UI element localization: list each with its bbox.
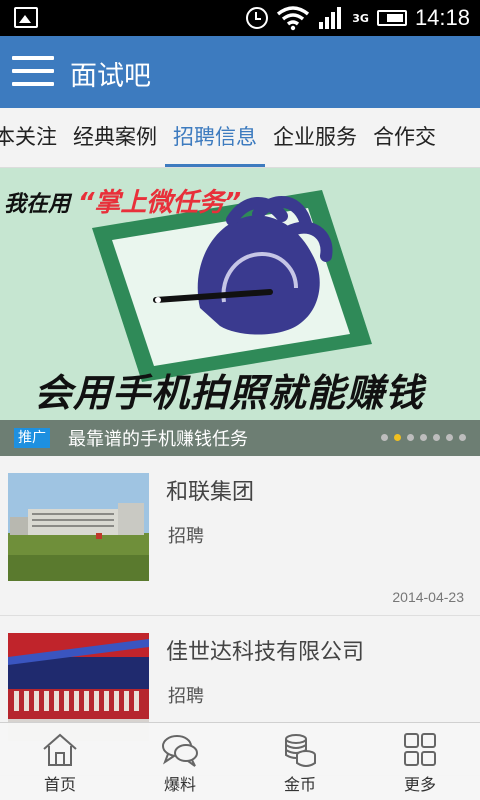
- image-notification-icon: [14, 7, 38, 28]
- carousel-dot[interactable]: [381, 434, 388, 441]
- screen: 3G 14:18 面试吧 本关注 经典案例 招聘信息 企业服务 合作交 我在用 …: [0, 0, 480, 800]
- grid-icon: [404, 733, 436, 766]
- post-type: 招聘: [168, 526, 204, 547]
- banner-caption-bar: 推广 最靠谱的手机赚钱任务: [0, 420, 480, 456]
- promo-tag: 推广: [14, 428, 50, 448]
- tab-enterprise-services[interactable]: 企业服务: [265, 108, 365, 167]
- network-type: 3G: [352, 11, 369, 25]
- nav-tips[interactable]: 爆料: [120, 723, 240, 800]
- carousel-indicator: [381, 434, 466, 441]
- coins-icon: [285, 734, 316, 767]
- home-icon: [43, 733, 77, 766]
- promo-banner[interactable]: 我在用 “掌上微任务” 会用手机拍照就能赚钱 推广 最靠谱的手机赚钱任务: [0, 168, 480, 456]
- status-bar: 3G 14:18: [0, 0, 480, 36]
- banner-headline: 我在用 “掌上微任务”: [4, 182, 241, 219]
- carousel-dot[interactable]: [446, 434, 453, 441]
- tab-recruitment[interactable]: 招聘信息: [165, 108, 265, 167]
- post-type: 招聘: [168, 686, 204, 707]
- app-bar: 面试吧: [0, 36, 480, 108]
- carousel-dot[interactable]: [394, 434, 401, 441]
- chat-bubbles-icon: [162, 735, 198, 767]
- company-name: 佳世达科技有限公司: [166, 640, 365, 665]
- carousel-dot[interactable]: [433, 434, 440, 441]
- tab-classic-cases[interactable]: 经典案例: [65, 108, 165, 167]
- menu-icon[interactable]: [12, 56, 54, 88]
- carousel-dot[interactable]: [459, 434, 466, 441]
- alarm-clock-icon: [246, 7, 269, 29]
- tab-cooperation[interactable]: 合作交: [365, 108, 444, 167]
- nav-home[interactable]: 首页: [0, 723, 120, 800]
- status-icons: 3G 14:18: [246, 3, 470, 33]
- company-name: 和联集团: [166, 480, 255, 505]
- app-title: 面试吧: [70, 61, 151, 92]
- wifi-icon: [277, 6, 310, 31]
- banner-headline-prefix: 我在用: [4, 192, 71, 217]
- carousel-dot[interactable]: [420, 434, 427, 441]
- nav-coins[interactable]: 金币: [240, 723, 360, 800]
- tab-follow[interactable]: 本关注: [0, 108, 65, 167]
- post-date: 2014-04-23: [392, 589, 464, 605]
- bottom-navigation: 首页 爆料 金币 更多: [0, 722, 480, 800]
- nav-coins-label: 金币: [283, 775, 316, 794]
- banner-headline-app: “掌上微任务”: [77, 188, 242, 218]
- signal-icon: [319, 7, 342, 29]
- nav-tips-label: 爆料: [163, 775, 196, 794]
- banner-caption: 最靠谱的手机赚钱任务: [68, 429, 248, 450]
- list-item[interactable]: 和联集团 招聘 2014-04-23: [0, 456, 480, 616]
- banner-slogan: 会用手机拍照就能赚钱: [34, 371, 425, 415]
- clock-time: 14:18: [414, 5, 470, 30]
- nav-home-label: 首页: [43, 775, 76, 794]
- carousel-dot[interactable]: [407, 434, 414, 441]
- company-photo: [8, 473, 149, 581]
- nav-more[interactable]: 更多: [360, 723, 480, 800]
- battery-icon: [376, 10, 407, 26]
- category-tabs: 本关注 经典案例 招聘信息 企业服务 合作交: [0, 108, 480, 168]
- nav-more-label: 更多: [403, 775, 436, 794]
